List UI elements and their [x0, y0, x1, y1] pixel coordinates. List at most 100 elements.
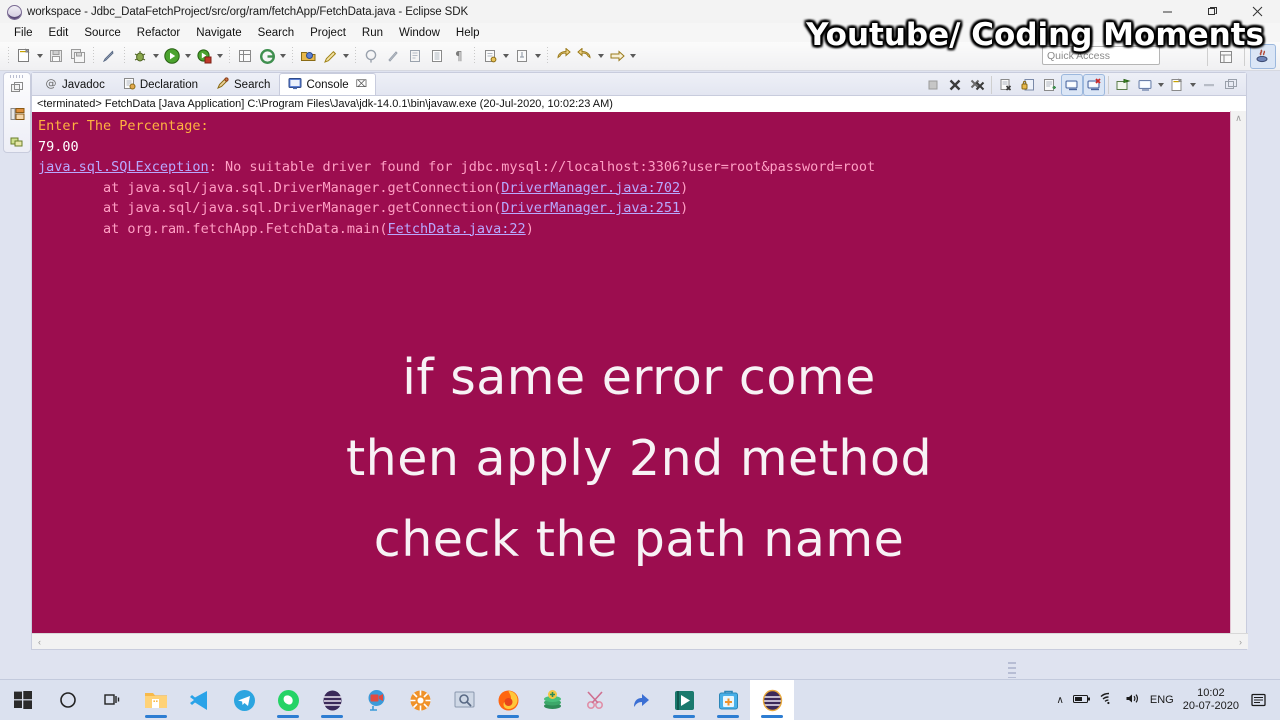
console-output[interactable]: Enter The Percentage: 79.00 java.sql.SQL…	[32, 112, 1246, 649]
close-icon[interactable]: ⌧	[356, 79, 368, 90]
telegram-icon[interactable]	[222, 680, 266, 720]
scroll-left-icon[interactable]: ‹	[32, 637, 47, 647]
stack-frame-link[interactable]: DriverManager.java:251	[501, 200, 680, 216]
camtasia-studio-icon[interactable]	[662, 680, 706, 720]
camtasia-recorder-icon[interactable]	[354, 680, 398, 720]
menu-refactor[interactable]: Refactor	[129, 25, 188, 41]
status-bar-grip[interactable]	[1008, 662, 1016, 678]
task-view-icon[interactable]	[90, 680, 134, 720]
money-icon[interactable]	[530, 680, 574, 720]
pin-editor-icon[interactable]	[511, 45, 533, 67]
first-aid-icon[interactable]	[706, 680, 750, 720]
wifi-icon[interactable]	[1100, 692, 1116, 708]
stack-frame-link[interactable]: FetchData.java:22	[388, 221, 526, 237]
search-dropdown-icon[interactable]	[341, 45, 351, 67]
new-console-view-icon[interactable]	[1166, 74, 1188, 96]
language-indicator[interactable]: ENG	[1150, 694, 1174, 706]
maximize-view-icon[interactable]	[1220, 74, 1242, 96]
previous-annotation-icon[interactable]	[382, 45, 404, 67]
menu-file[interactable]: File	[6, 25, 41, 41]
volume-icon[interactable]	[1125, 692, 1141, 708]
menu-navigate[interactable]: Navigate	[188, 25, 249, 41]
menu-help[interactable]: Help	[448, 25, 488, 41]
remove-launch-icon[interactable]	[944, 74, 966, 96]
run-icon[interactable]	[161, 45, 183, 67]
display-console-dropdown-icon[interactable]	[1134, 74, 1156, 96]
open-type-icon[interactable]	[297, 45, 319, 67]
debug-dropdown-icon[interactable]	[151, 45, 161, 67]
eclipse-active-icon[interactable]	[750, 680, 794, 720]
lock-scroll-icon[interactable]	[1017, 74, 1039, 96]
view-stack-grip[interactable]	[10, 75, 24, 78]
minimized-view-restore-icon[interactable]	[10, 80, 24, 99]
new-dropdown-icon[interactable]	[35, 45, 45, 67]
pin-console-icon[interactable]	[1061, 74, 1083, 96]
mark-occurrences-icon[interactable]	[98, 45, 120, 67]
scroll-right-icon[interactable]: ›	[1233, 637, 1248, 647]
exception-link[interactable]: java.sql.SQLException	[38, 159, 209, 175]
save-all-icon[interactable]	[67, 45, 89, 67]
new-java-package-icon[interactable]	[234, 45, 256, 67]
open-task-icon[interactable]	[479, 45, 501, 67]
clock[interactable]: 10:02 20-07-2020	[1183, 687, 1239, 713]
new-java-class-icon[interactable]	[256, 45, 278, 67]
menu-project[interactable]: Project	[302, 25, 354, 41]
pin-dropdown-icon[interactable]	[533, 45, 543, 67]
firefox-icon[interactable]	[486, 680, 530, 720]
eclipse-icon[interactable]	[310, 680, 354, 720]
console-vertical-scrollbar[interactable]: ∧ ∨	[1230, 111, 1246, 648]
console-horizontal-scrollbar[interactable]: ‹ ›	[32, 633, 1248, 649]
open-console-icon[interactable]	[1112, 74, 1134, 96]
new-console-caret-icon[interactable]	[1188, 74, 1198, 96]
toggle-block-selection-icon[interactable]	[426, 45, 448, 67]
forward-icon[interactable]	[574, 45, 596, 67]
next-annotation-icon[interactable]	[360, 45, 382, 67]
run-external-tools-icon[interactable]	[193, 45, 215, 67]
last-edit-location-icon[interactable]	[404, 45, 426, 67]
action-center-icon[interactable]	[1248, 689, 1270, 711]
tab-console[interactable]: Console ⌧	[279, 73, 377, 95]
media-player-icon[interactable]	[398, 680, 442, 720]
next-edit-icon[interactable]	[606, 45, 628, 67]
menu-run[interactable]: Run	[354, 25, 391, 41]
minimized-view-problems-icon[interactable]	[10, 134, 25, 153]
cursor-arrow-icon[interactable]	[618, 680, 662, 720]
battery-icon[interactable]	[1072, 693, 1091, 708]
new-java-class-dropdown-icon[interactable]	[278, 45, 288, 67]
scroll-up-icon[interactable]: ∧	[1235, 111, 1242, 126]
task-dropdown-icon[interactable]	[501, 45, 511, 67]
start-button[interactable]	[0, 680, 46, 720]
clear-console-icon[interactable]	[995, 74, 1017, 96]
display-console-caret-icon[interactable]	[1156, 74, 1166, 96]
tab-javadoc[interactable]: @ Javadoc	[36, 73, 114, 95]
save-icon[interactable]	[45, 45, 67, 67]
menu-window[interactable]: Window	[391, 25, 448, 41]
terminate-icon[interactable]	[922, 74, 944, 96]
menu-edit[interactable]: Edit	[41, 25, 77, 41]
forward-dropdown-icon[interactable]	[596, 45, 606, 67]
minimize-view-icon[interactable]	[1198, 74, 1220, 96]
stack-frame-link[interactable]: DriverManager.java:702	[501, 180, 680, 196]
snipping-tool-icon[interactable]	[574, 680, 618, 720]
remove-all-terminated-icon[interactable]	[966, 74, 988, 96]
whatsapp-icon[interactable]	[266, 680, 310, 720]
minimized-view-outline-icon[interactable]	[10, 107, 25, 126]
show-console-on-output-icon[interactable]	[1039, 74, 1061, 96]
next-edit-dropdown-icon[interactable]	[628, 45, 638, 67]
menu-search[interactable]: Search	[250, 25, 302, 41]
show-whitespace-icon[interactable]: ¶	[448, 45, 470, 67]
file-explorer-icon[interactable]	[134, 680, 178, 720]
vs-code-icon[interactable]	[178, 680, 222, 720]
display-selected-console-icon[interactable]	[1083, 74, 1105, 96]
tab-declaration[interactable]: Declaration	[114, 73, 207, 95]
run-dropdown-icon[interactable]	[183, 45, 193, 67]
menu-source[interactable]: Source	[76, 25, 128, 41]
back-icon[interactable]	[552, 45, 574, 67]
new-icon[interactable]	[13, 45, 35, 67]
external-tools-dropdown-icon[interactable]	[215, 45, 225, 67]
screen-capture-icon[interactable]	[442, 680, 486, 720]
show-hidden-icons-icon[interactable]: ∧	[1057, 695, 1064, 706]
debug-icon[interactable]	[129, 45, 151, 67]
tab-search[interactable]: Search	[207, 73, 279, 95]
cortana-icon[interactable]	[46, 680, 90, 720]
